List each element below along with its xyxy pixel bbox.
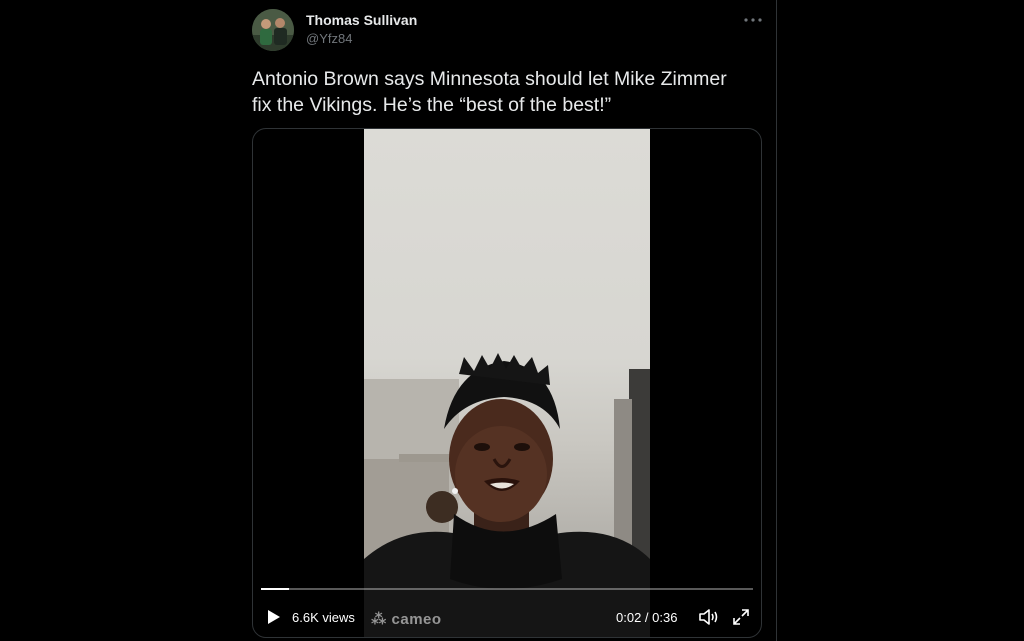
volume-button[interactable] bbox=[698, 607, 720, 627]
avatar[interactable] bbox=[252, 9, 294, 51]
volume-icon bbox=[699, 609, 718, 625]
cameo-watermark-text: cameo bbox=[391, 611, 442, 628]
more-icon[interactable] bbox=[740, 10, 766, 30]
video-frame[interactable] bbox=[364, 129, 650, 637]
avatar-image bbox=[252, 9, 294, 51]
play-button[interactable] bbox=[263, 607, 283, 627]
author-handle[interactable]: @Yfz84 bbox=[306, 31, 352, 46]
tweet-text: Antonio Brown says Minnesota should let … bbox=[252, 66, 762, 118]
video-progress-bar[interactable] bbox=[261, 588, 753, 590]
play-icon bbox=[268, 610, 280, 624]
video-controls: 6.6K views ⁂ cameo 0:02 / 0:36 bbox=[253, 599, 761, 635]
fullscreen-icon bbox=[733, 609, 749, 625]
tweet-text-line-2: fix the Vikings. He’s the “best of the b… bbox=[252, 94, 612, 116]
view-count: 6.6K views bbox=[292, 610, 355, 625]
video-time: 0:02 / 0:36 bbox=[616, 610, 678, 625]
cameo-watermark: ⁂ cameo bbox=[371, 610, 442, 628]
tweet-column: Thomas Sullivan @Yfz84 Antonio Brown say… bbox=[236, 0, 777, 641]
author-name[interactable]: Thomas Sullivan bbox=[306, 12, 417, 28]
video-still bbox=[364, 353, 650, 637]
more-horizontal-icon bbox=[744, 18, 762, 22]
video-progress-fill bbox=[261, 588, 289, 590]
fullscreen-button[interactable] bbox=[731, 607, 751, 627]
video-player[interactable]: 6.6K views ⁂ cameo 0:02 / 0:36 bbox=[252, 128, 762, 638]
cameo-logo-icon: ⁂ bbox=[371, 611, 392, 628]
tweet-text-line-1: Antonio Brown says Minnesota should let … bbox=[252, 68, 727, 90]
